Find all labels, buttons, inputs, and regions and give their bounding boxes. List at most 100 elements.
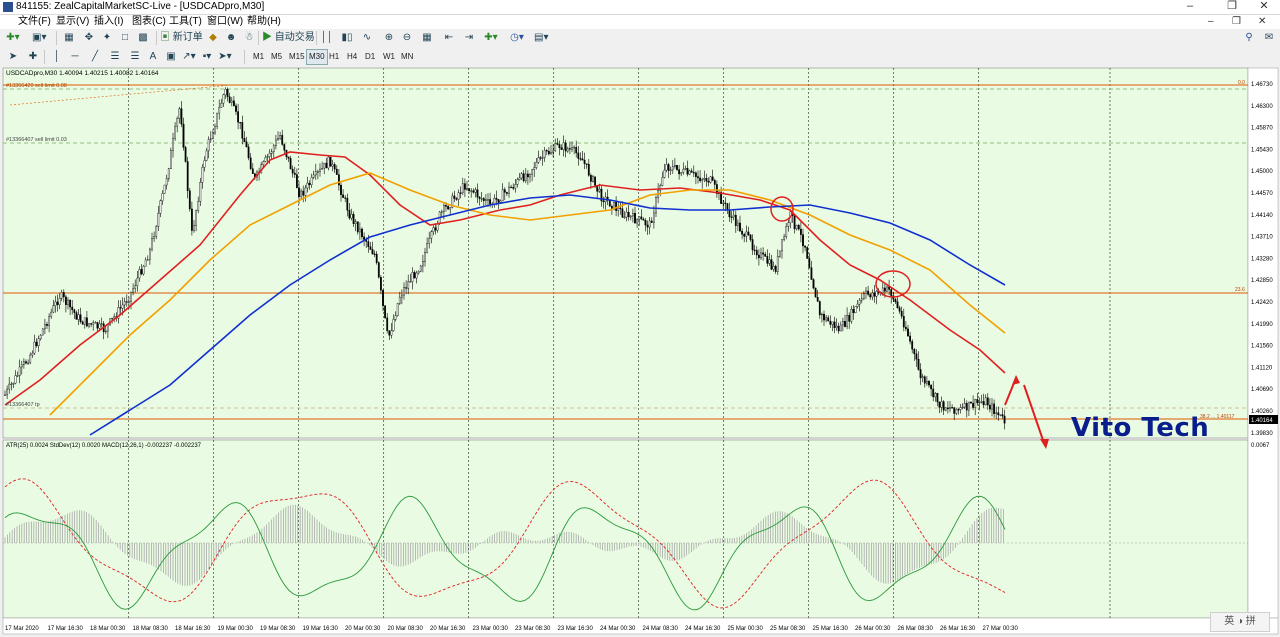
candle-body: [199, 182, 202, 202]
signals-icon[interactable]: ☃: [242, 31, 256, 45]
candle-body: [283, 144, 286, 151]
candle-body: [684, 168, 687, 170]
candle-body: [52, 305, 55, 313]
candle-body: [300, 190, 302, 197]
crosshair-icon[interactable]: ✚: [26, 50, 40, 64]
candle-body: [797, 225, 800, 230]
time-tick-label: 26 Mar 16:30: [940, 626, 976, 632]
candle-body: [795, 225, 798, 230]
metaeditor-icon[interactable]: ◆: [206, 31, 220, 45]
menu-tools[interactable]: 工具(T): [169, 16, 202, 28]
periods-icon[interactable]: ◷▾: [510, 31, 524, 45]
menu-insert[interactable]: 插入(I): [94, 16, 123, 28]
menu-help[interactable]: 帮助(H): [247, 16, 281, 28]
auto-trading-icon: ▶: [262, 32, 272, 43]
candle-body: [136, 277, 139, 287]
minimize-icon[interactable]: –: [1176, 0, 1204, 14]
time-tick-label: 18 Mar 00:30: [90, 626, 126, 632]
auto-trading-button[interactable]: ▶ 自动交易: [262, 31, 315, 45]
candle-body: [392, 319, 395, 331]
mdi-restore-icon[interactable]: ❐: [1232, 16, 1241, 27]
candle-body: [724, 202, 727, 204]
candle-body: [648, 220, 651, 228]
autoscroll-icon[interactable]: ⇥: [462, 31, 476, 45]
candle-body: [155, 226, 158, 237]
candle-body: [243, 138, 246, 143]
candle-body: [569, 148, 571, 150]
candle-body: [67, 299, 69, 305]
zoom-out-icon[interactable]: ⊖: [400, 31, 414, 45]
market-watch-icon[interactable]: ▦: [62, 31, 76, 45]
arrows-icon[interactable]: ↗▾: [182, 50, 196, 64]
profiles-icon[interactable]: ▣▾: [32, 31, 46, 45]
menu-window[interactable]: 窗口(W): [207, 16, 243, 28]
expert-icon[interactable]: ☻: [224, 31, 238, 45]
ime-indicator[interactable]: 英 ◑ 拼: [1210, 612, 1270, 632]
chat-icon[interactable]: ✉: [1262, 31, 1276, 45]
timeframe-mn[interactable]: MN: [398, 49, 416, 65]
timeframe-h4[interactable]: H4: [344, 49, 360, 65]
time-tick-label: 23 Mar 08:30: [515, 626, 551, 632]
templates-icon[interactable]: ▤▾: [534, 31, 548, 45]
menu-charts[interactable]: 图表(C): [132, 16, 166, 28]
navigator-icon[interactable]: ✦: [100, 31, 114, 45]
search-icon[interactable]: ⚲: [1242, 31, 1256, 45]
shapes-icon[interactable]: ▪▾: [200, 50, 214, 64]
timeframe-m5[interactable]: M5: [268, 49, 285, 65]
candle-body: [583, 159, 586, 164]
timeframe-d1[interactable]: D1: [362, 49, 378, 65]
candle-body: [56, 301, 59, 305]
candle-body: [850, 309, 853, 322]
new-chart-icon[interactable]: ✚▾: [6, 31, 20, 45]
candle-body: [470, 190, 473, 192]
timeframe-m1[interactable]: M1: [250, 49, 267, 65]
channel-icon[interactable]: ☰: [108, 50, 122, 64]
close-icon[interactable]: ✕: [1250, 0, 1278, 14]
candle-body: [268, 153, 271, 157]
data-window-icon[interactable]: ✥: [82, 31, 96, 45]
price-tick-label: 1.39830: [1251, 431, 1273, 437]
time-tick-label: 26 Mar 08:30: [898, 626, 934, 632]
chart-canvas[interactable]: 1.46730 1.46300 1.45870 1.45430 1.45000 1.445…: [0, 65, 1280, 637]
chart-window[interactable]: 1.46730 1.46300 1.45870 1.45430 1.45000 1.445…: [0, 65, 1280, 637]
mdi-close-icon[interactable]: ✕: [1258, 16, 1266, 27]
candle-body: [900, 310, 903, 317]
text-icon[interactable]: A: [146, 50, 160, 64]
candle-body: [625, 211, 628, 218]
vertical-line-icon[interactable]: │: [50, 50, 64, 64]
candle-body: [951, 407, 954, 409]
candle-body: [161, 193, 164, 201]
timeframe-w1[interactable]: W1: [380, 49, 398, 65]
candle-body: [636, 219, 639, 224]
menu-file[interactable]: 文件(F): [18, 16, 51, 28]
separator: [156, 31, 157, 45]
price-tick-label: 1.46730: [1251, 82, 1273, 88]
terminal-icon[interactable]: □: [118, 31, 132, 45]
trendline-icon[interactable]: ╱: [88, 50, 102, 64]
objects-icon[interactable]: ➤▾: [218, 50, 232, 64]
candle-body: [560, 147, 563, 150]
line-chart-icon[interactable]: ∿: [360, 31, 374, 45]
tile-windows-icon[interactable]: ▦: [420, 31, 434, 45]
candle-body: [518, 177, 521, 180]
zoom-in-icon[interactable]: ⊕: [382, 31, 396, 45]
label-icon[interactable]: ▣: [164, 50, 178, 64]
fibonacci-icon[interactable]: ☰: [128, 50, 142, 64]
candle-body: [239, 122, 242, 124]
candle-body: [289, 158, 292, 170]
indicators-icon[interactable]: ✚▾: [484, 31, 498, 45]
candle-body: [1003, 415, 1006, 424]
timeframe-m30[interactable]: M30: [306, 49, 328, 65]
candlestick-icon[interactable]: ▮▯: [340, 31, 354, 45]
mdi-minimize-icon[interactable]: –: [1208, 16, 1214, 27]
timeframe-m15[interactable]: M15: [286, 49, 308, 65]
timeframe-h1[interactable]: H1: [326, 49, 342, 65]
restore-icon[interactable]: ❐: [1218, 0, 1246, 14]
cursor-icon[interactable]: ➤: [6, 50, 20, 64]
chart-shift-icon[interactable]: ⇤: [442, 31, 456, 45]
menu-view[interactable]: 显示(V): [56, 16, 89, 28]
bar-chart-icon[interactable]: ││: [320, 31, 334, 45]
new-order-button[interactable]: ▣ 新订单: [160, 31, 203, 45]
tester-icon[interactable]: ▩: [136, 31, 150, 45]
horizontal-line-icon[interactable]: ─: [68, 50, 82, 64]
